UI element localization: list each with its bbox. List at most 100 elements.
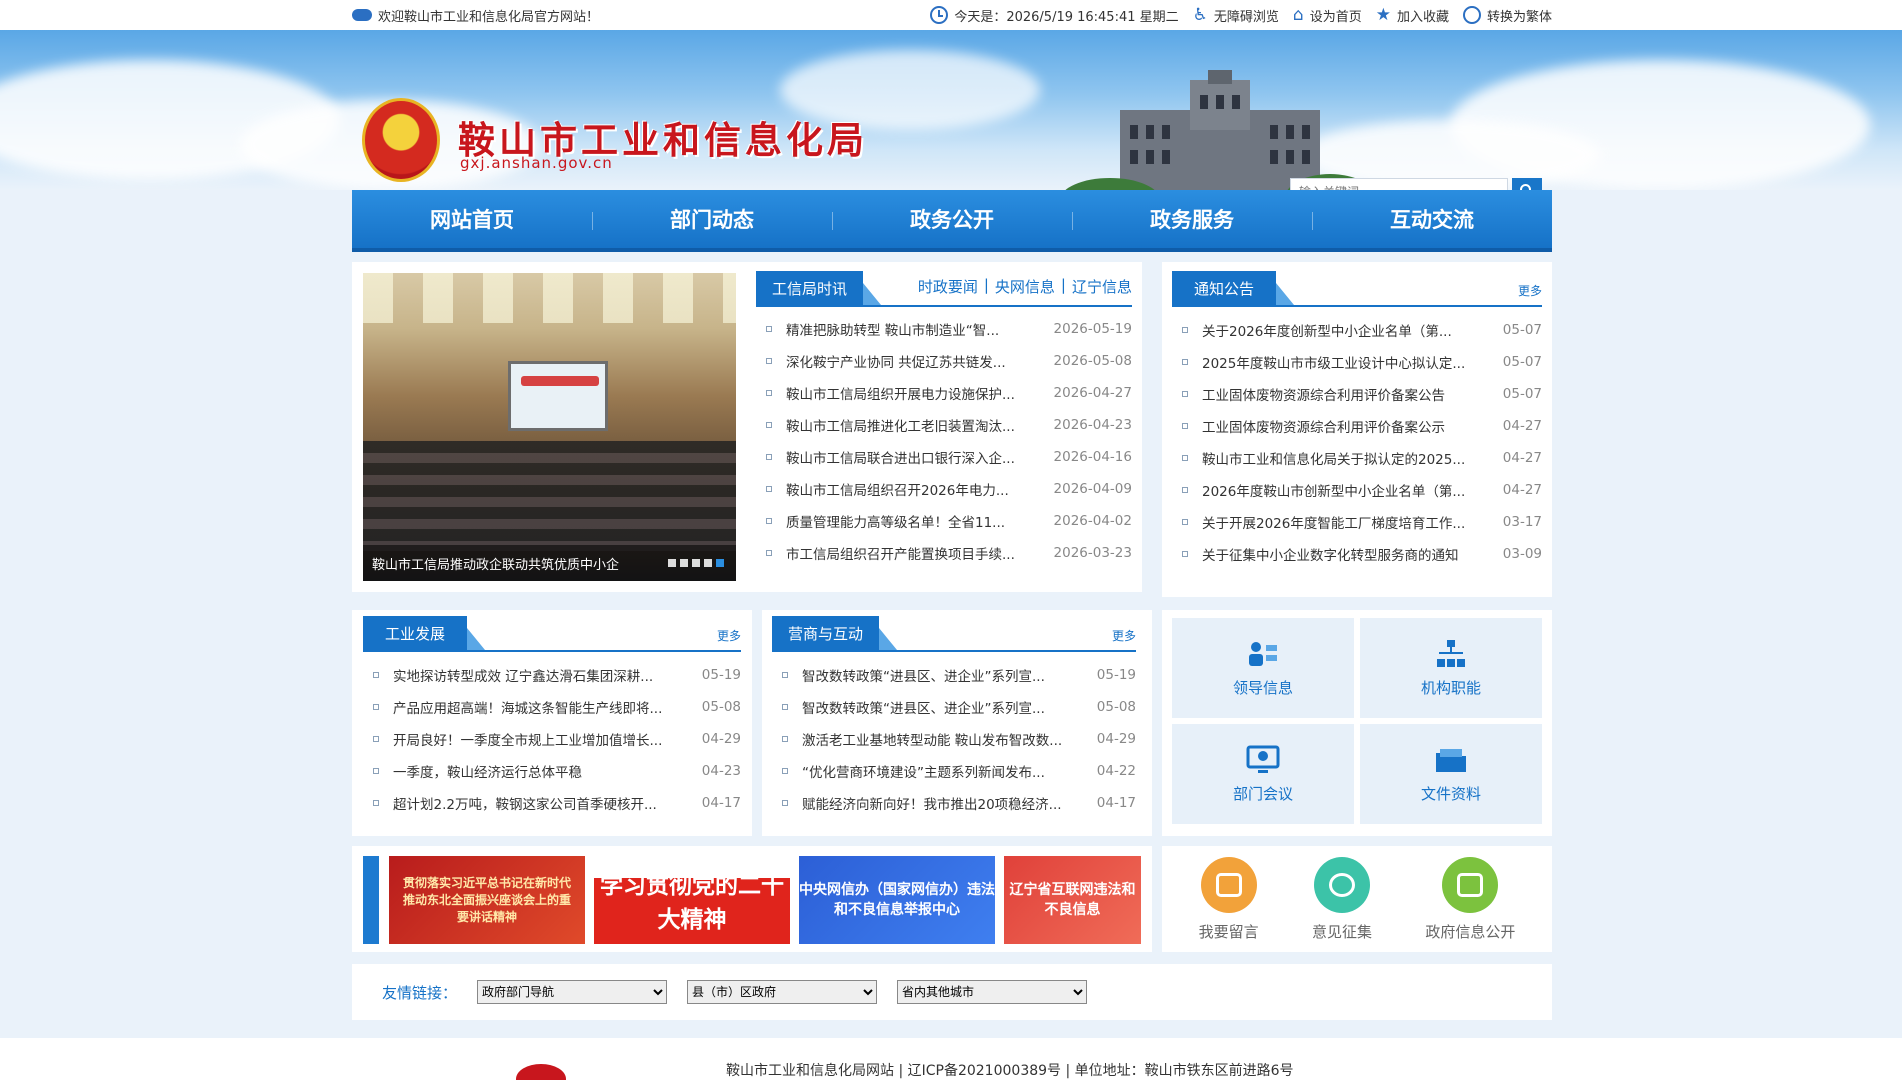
list-item[interactable]: 赋能经济向新向好！我市推出20项稳经济... 04-17 [772,787,1136,819]
quick-links-grid: 领导信息 机构职能 部门会议 文件资料 [1172,618,1542,824]
list-item[interactable]: 精准把脉助转型 鞍山市制造业“智... 2026-05-19 [756,313,1132,345]
org-function-link[interactable]: 机构职能 [1360,618,1542,718]
list-item[interactable]: 激活老工业基地转型动能 鞍山发布智改数... 04-29 [772,723,1136,755]
notice-list: 关于2026年度创新型中小企业名单（第... 05-07 2025年度鞍山市市级工… [1172,314,1542,570]
ad-cac-report-center[interactable]: 中央网信办（国家网信办）违法和不良信息举报中心 [799,856,995,944]
folder-icon [1436,748,1466,772]
tab-central-news[interactable]: 央网信息 [995,276,1055,297]
slide-dot[interactable] [704,559,712,567]
list-item[interactable]: 质量管理能力高等级名单！全省11... 2026-04-02 [756,505,1132,537]
meeting-icon [1246,745,1280,773]
list-item[interactable]: 工业固体废物资源综合利用评价备案公示 04-27 [1172,410,1542,442]
slide-dot[interactable] [692,559,700,567]
friend-links-label: 友情链接： [382,983,458,1002]
other-cities-select[interactable]: 省内其他城市 [897,980,1088,1004]
nav-home[interactable]: 网站首页 [352,190,592,248]
notice-tab-header: 通知公告 更多 [1172,271,1542,307]
leave-message-link[interactable]: 我要留言 [1199,856,1259,942]
tab-notices[interactable]: 通知公告 [1172,271,1295,305]
list-item[interactable]: 关于2026年度创新型中小企业名单（第... 05-07 [1172,314,1542,346]
list-item[interactable]: 开局良好！一季度全市规上工业增加值增长... 04-29 [363,723,741,755]
leader-info-link[interactable]: 领导信息 [1172,618,1354,718]
search-button[interactable] [1512,178,1542,190]
list-item[interactable]: 超计划2.2万吨，鞍钢这家公司首季硬核开... 04-17 [363,787,741,819]
county-gov-select[interactable]: 县（市）区政府 [687,980,878,1004]
nav-gov-services[interactable]: 政务服务 [1072,190,1312,248]
list-item[interactable]: 实地探访转型成效 辽宁鑫达滑石集团深耕... 05-19 [363,659,741,691]
list-item[interactable]: 鞍山市工信局推进化工老旧装置淘汰... 2026-04-23 [756,409,1132,441]
org-chart-icon [1437,639,1465,667]
tab-political-news[interactable]: 时政要闻 [918,276,978,297]
opinion-collection-link[interactable]: 意见征集 [1312,856,1372,942]
building-illustration [1065,70,1373,190]
list-item[interactable]: 鞍山市工信局联合进出口银行深入企... 2026-04-16 [756,441,1132,473]
business-more-link[interactable]: 更多 [1112,627,1136,650]
business-list: 智改数转政策“进县区、进企业”系列宣... 05-19 智改数转政策“进县区、进企… [772,659,1136,819]
industry-list: 实地探访转型成效 辽宁鑫达滑石集团深耕... 05-19 产品应用超高端！海城这条… [363,659,741,819]
list-item[interactable]: 2025年度鞍山市市级工业设计中心拟认定... 05-07 [1172,346,1542,378]
site-url: gxj.anshan.gov.cn [460,154,613,172]
top-bar: 欢迎鞍山市工业和信息化局官方网站！ 今天是：2026/5/19 16:45:41… [0,0,1902,30]
list-item[interactable]: 2026年度鞍山市创新型中小企业名单（第... 04-27 [1172,474,1542,506]
message-icon [1313,856,1370,913]
list-item[interactable]: 鞍山市工业和信息化局关于拟认定的2025... 04-27 [1172,442,1542,474]
handshake-icon [352,9,372,21]
search-box [1290,178,1542,190]
list-item[interactable]: 鞍山市工信局组织召开2026年电力... 2026-04-09 [756,473,1132,505]
home-icon: ⌂ [1292,5,1304,25]
add-favorite-link[interactable]: ★ 加入收藏 [1376,5,1449,25]
ad-liaoning-report[interactable]: 辽宁省互联网违法和不良信息 [1004,856,1141,944]
news-list: 精准把脉助转型 鞍山市制造业“智... 2026-05-19 深化鞍宁产业协同 共… [756,313,1132,569]
department-meeting-link[interactable]: 部门会议 [1172,724,1354,824]
set-homepage-link[interactable]: ⌂ 设为首页 [1293,5,1362,25]
news-slideshow[interactable]: 鞍山市工信局推动政企联动共筑优质中小企 [363,273,736,581]
national-emblem-logo [362,98,440,182]
tab-liaoning-news[interactable]: 辽宁信息 [1072,276,1132,297]
industry-tab-header: 工业发展 更多 [363,616,741,652]
edit-icon [1200,856,1257,913]
documents-link[interactable]: 文件资料 [1360,724,1542,824]
slide-dot-active[interactable] [716,559,724,567]
nav-department-news[interactable]: 部门动态 [592,190,832,248]
list-item[interactable]: 关于开展2026年度智能工厂梯度培育工作... 03-17 [1172,506,1542,538]
interaction-services: 我要留言 意见征集 政府信息公开 [1172,846,1542,952]
tab-bureau-news[interactable]: 工信局时讯 [756,271,882,305]
notices-more-link[interactable]: 更多 [1518,282,1542,305]
ad-northeast-revitalization[interactable]: 贯彻落实习近平总书记在新时代推动东北全面振兴座谈会上的重要讲话精神 [389,856,585,944]
list-item[interactable]: 鞍山市工信局组织开展电力设施保护... 2026-04-27 [756,377,1132,409]
list-item[interactable]: 市工信局组织召开产能置换项目手续... 2026-03-23 [756,537,1132,569]
accessibility-link[interactable]: ♿ 无障碍浏览 [1193,5,1279,25]
footer: 鞍山市工业和信息化局网站 | 辽ICP备2021000389号 | 单位地址：鞍… [0,1038,1902,1080]
tab-industry[interactable]: 工业发展 [363,616,486,650]
list-item[interactable]: 工业固体废物资源综合利用评价备案公告 05-07 [1172,378,1542,410]
list-item[interactable]: 智改数转政策“进县区、进企业”系列宣... 05-08 [772,691,1136,723]
business-tab-header: 营商与互动 更多 [772,616,1136,652]
slide-dot[interactable] [668,559,676,567]
list-item[interactable]: 产品应用超高端！海城这条智能生产线即将... 05-08 [363,691,741,723]
traditional-chinese-link[interactable]: 转换为繁体 [1462,6,1552,25]
list-item[interactable]: 深化鞍宁产业协同 共促辽苏共链发... 2026-05-08 [756,345,1132,377]
list-item[interactable]: 一季度，鞍山经济运行总体平稳 04-23 [363,755,741,787]
leader-icon [1249,641,1277,666]
welcome-message: 欢迎鞍山市工业和信息化局官方网站！ [352,6,599,25]
gov-department-select[interactable]: 政府部门导航 [477,980,668,1004]
slide-dot[interactable] [680,559,688,567]
ad-twentieth-congress[interactable]: 学习贯彻党的二十大精神 [594,856,790,944]
nav-interaction[interactable]: 互动交流 [1312,190,1552,248]
chat-icon [1442,856,1499,913]
slide-image [508,361,608,431]
friend-links: 友情链接： 政府部门导航 县（市）区政府 省内其他城市 [352,964,1552,1020]
main-nav: 网站首页 部门动态 政务公开 政务服务 互动交流 [352,190,1552,252]
list-item[interactable]: 关于征集中小企业数字化转型服务商的通知 03-09 [1172,538,1542,570]
footer-emblem [516,1064,566,1080]
gov-info-public-link[interactable]: 政府信息公开 [1425,856,1515,942]
nav-gov-affairs-open[interactable]: 政务公开 [832,190,1072,248]
list-item[interactable]: “优化营商环境建设”主题系列新闻发布... 04-22 [772,755,1136,787]
list-item[interactable]: 智改数转政策“进县区、进企业”系列宣... 05-19 [772,659,1136,691]
search-input[interactable] [1290,178,1508,190]
tab-business[interactable]: 营商与互动 [772,616,898,650]
clock-icon [930,6,949,24]
industry-more-link[interactable]: 更多 [717,627,741,650]
ad-scroll-bar[interactable] [363,856,379,944]
wheelchair-icon: ♿ [1192,5,1208,25]
